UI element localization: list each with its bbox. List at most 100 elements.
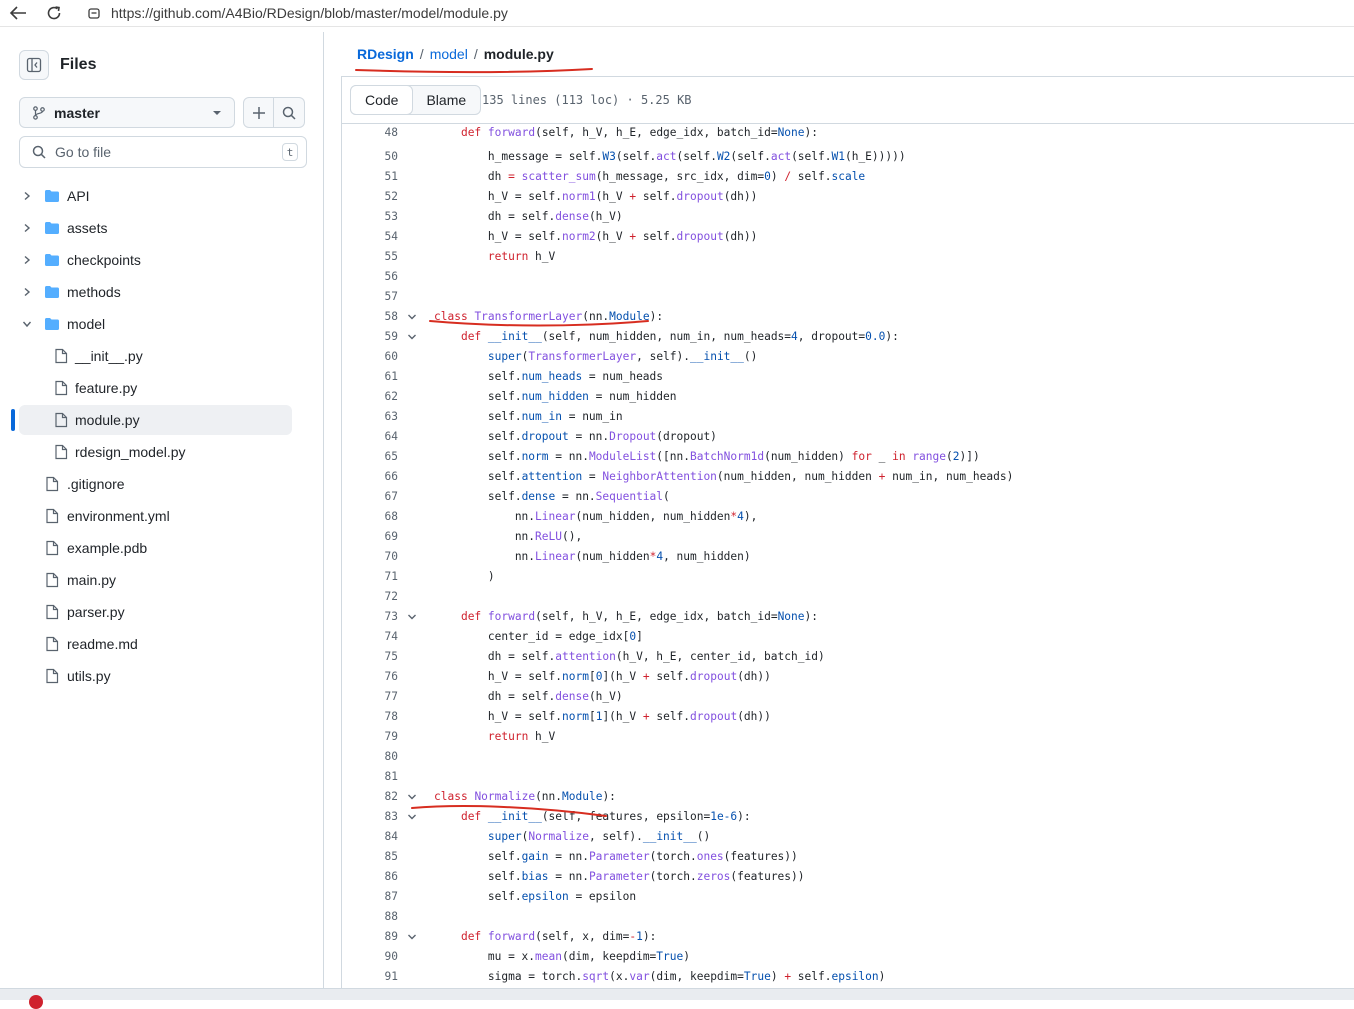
chevron-right-icon[interactable] [20,253,34,267]
line-number[interactable]: 58 [342,307,398,327]
line-number[interactable]: 78 [342,707,398,727]
line-number[interactable]: 73 [342,607,398,627]
line-number[interactable]: 59 [342,327,398,347]
code-line[interactable]: 80 [342,747,1354,767]
line-number[interactable]: 80 [342,747,398,767]
code-line[interactable]: 91 sigma = torch.sqrt(x.var(dim, keepdim… [342,967,1354,987]
tree-file[interactable]: __init__.py [0,340,323,372]
search-code-button[interactable] [274,97,305,128]
code-line[interactable]: 82 class Normalize(nn.Module): [342,787,1354,807]
code-line[interactable]: 76 h_V = self.norm[0](h_V + self.dropout… [342,667,1354,687]
code-line[interactable]: 83 def __init__(self, features, epsilon=… [342,807,1354,827]
go-to-file-input[interactable]: Go to file t [19,136,307,168]
line-number[interactable]: 85 [342,847,398,867]
tree-folder[interactable]: API [0,180,323,212]
fold-chevron-icon[interactable] [406,310,420,324]
code-line[interactable]: 52 h_V = self.norm1(h_V + self.dropout(d… [342,187,1354,207]
code-line[interactable]: 55 return h_V [342,247,1354,267]
line-number[interactable]: 90 [342,947,398,967]
code-line[interactable]: 86 self.bias = nn.Parameter(torch.zeros(… [342,867,1354,887]
code-line[interactable]: 75 dh = self.attention(h_V, h_E, center_… [342,647,1354,667]
line-number[interactable]: 77 [342,687,398,707]
line-number[interactable]: 75 [342,647,398,667]
line-number[interactable]: 52 [342,187,398,207]
tree-file[interactable]: readme.md [0,628,323,660]
code-line[interactable]: 87 self.epsilon = epsilon [342,887,1354,907]
line-number[interactable]: 81 [342,767,398,787]
code-line[interactable]: 79 return h_V [342,727,1354,747]
tree-folder[interactable]: methods [0,276,323,308]
chevron-right-icon[interactable] [20,285,34,299]
line-number[interactable]: 57 [342,287,398,307]
line-number[interactable]: 62 [342,387,398,407]
tree-file[interactable]: example.pdb [0,532,323,564]
code-line[interactable]: 70 nn.Linear(num_hidden*4, num_hidden) [342,547,1354,567]
code-line[interactable]: 60 super(TransformerLayer, self).__init_… [342,347,1354,367]
chevron-right-icon[interactable] [20,221,34,235]
fold-chevron-icon[interactable] [406,330,420,344]
chevron-right-icon[interactable] [20,189,34,203]
line-number[interactable]: 67 [342,487,398,507]
line-number[interactable]: 66 [342,467,398,487]
code-line[interactable]: 72 [342,587,1354,607]
address-bar[interactable]: https://github.com/A4Bio/RDesign/blob/ma… [86,5,508,21]
line-number[interactable]: 79 [342,727,398,747]
code-line[interactable]: 54 h_V = self.norm2(h_V + self.dropout(d… [342,227,1354,247]
tree-folder[interactable]: model [0,308,323,340]
line-number[interactable]: 61 [342,367,398,387]
code-line[interactable]: 77 dh = self.dense(h_V) [342,687,1354,707]
collapse-sidebar-button[interactable] [19,50,49,80]
line-number[interactable]: 87 [342,887,398,907]
line-number[interactable]: 86 [342,867,398,887]
line-number[interactable]: 64 [342,427,398,447]
tab-code[interactable]: Code [350,85,414,115]
fold-chevron-icon[interactable] [406,610,420,624]
line-number[interactable]: 48 [342,124,398,143]
breadcrumb-folder-link[interactable]: model [430,46,468,62]
code-line[interactable]: 85 self.gain = nn.Parameter(torch.ones(f… [342,847,1354,867]
code-line[interactable]: 64 self.dropout = nn.Dropout(dropout) [342,427,1354,447]
code-line[interactable]: 65 self.norm = nn.ModuleList([nn.BatchNo… [342,447,1354,467]
line-number[interactable]: 89 [342,927,398,947]
line-number[interactable]: 56 [342,267,398,287]
app-icon[interactable] [29,995,43,1009]
line-number[interactable]: 63 [342,407,398,427]
line-number[interactable]: 82 [342,787,398,807]
code-line[interactable]: 71 ) [342,567,1354,587]
code-line[interactable]: 66 self.attention = NeighborAttention(nu… [342,467,1354,487]
code-line[interactable]: 81 [342,767,1354,787]
code-line[interactable]: 74 center_id = edge_idx[0] [342,627,1354,647]
tree-file[interactable]: parser.py [0,596,323,628]
code-line[interactable]: 61 self.num_heads = num_heads [342,367,1354,387]
url-text[interactable]: https://github.com/A4Bio/RDesign/blob/ma… [111,5,508,21]
code-line[interactable]: 59 def __init__(self, num_hidden, num_in… [342,327,1354,347]
line-number[interactable]: 50 [342,147,398,167]
code-line[interactable]: 90 mu = x.mean(dim, keepdim=True) [342,947,1354,967]
site-info-icon[interactable] [86,5,102,21]
line-number[interactable]: 65 [342,447,398,467]
code-line[interactable]: 57 [342,287,1354,307]
line-number[interactable]: 88 [342,907,398,927]
code-line[interactable]: 88 [342,907,1354,927]
code-line[interactable]: 69 nn.ReLU(), [342,527,1354,547]
line-number[interactable]: 83 [342,807,398,827]
fold-chevron-icon[interactable] [406,810,420,824]
line-number[interactable]: 60 [342,347,398,367]
code-line[interactable]: 56 [342,267,1354,287]
tree-file[interactable]: rdesign_model.py [0,436,323,468]
code-line[interactable]: 78 h_V = self.norm[1](h_V + self.dropout… [342,707,1354,727]
code-line[interactable]: 62 self.num_hidden = num_hidden [342,387,1354,407]
back-arrow-icon[interactable] [0,0,36,27]
branch-selector[interactable]: master [19,97,235,128]
code-line[interactable]: 63 self.num_in = num_in [342,407,1354,427]
code-line[interactable]: 48 def forward(self, h_V, h_E, edge_idx,… [342,124,1354,143]
line-number[interactable]: 69 [342,527,398,547]
add-file-button[interactable] [243,97,274,128]
tree-folder[interactable]: checkpoints [0,244,323,276]
code-line[interactable]: 53 dh = self.dense(h_V) [342,207,1354,227]
tree-file[interactable]: .gitignore [0,468,323,500]
line-number[interactable]: 71 [342,567,398,587]
line-number[interactable]: 68 [342,507,398,527]
tree-file[interactable]: feature.py [0,372,323,404]
breadcrumb-repo-link[interactable]: RDesign [357,46,414,62]
